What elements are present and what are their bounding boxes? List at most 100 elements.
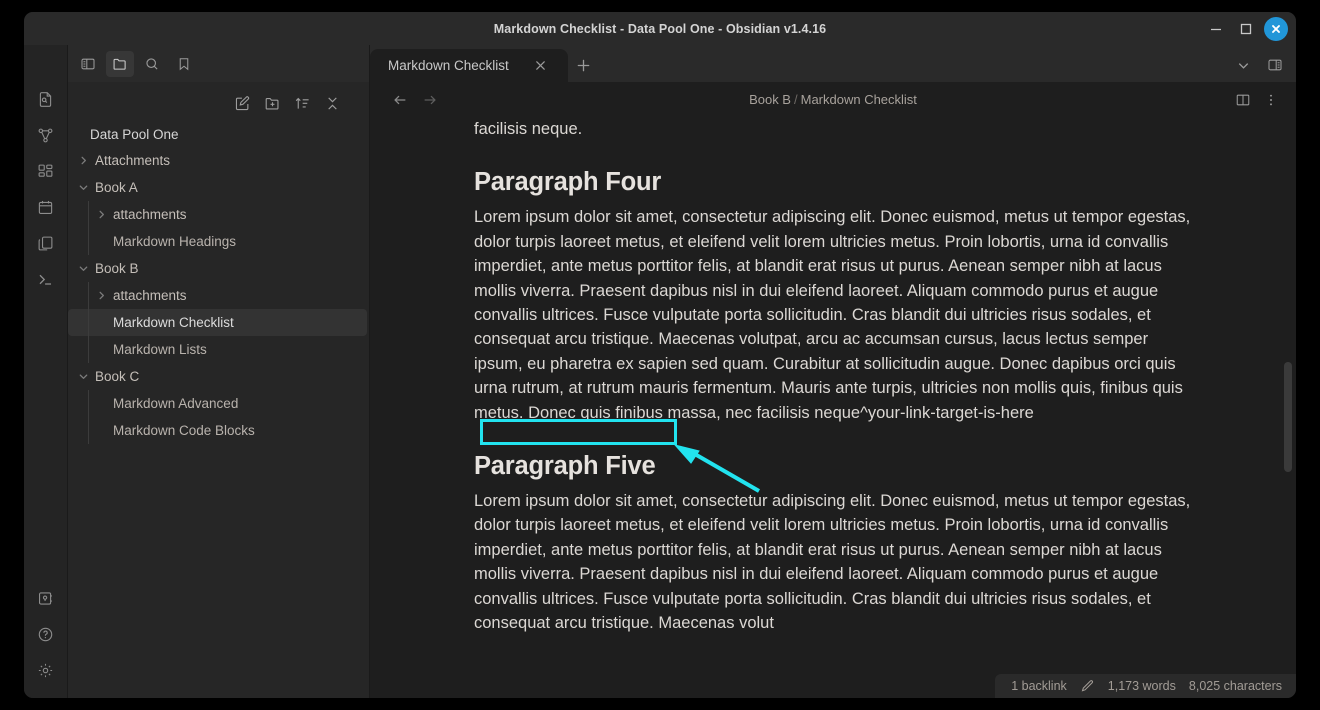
help-icon[interactable] (31, 619, 61, 649)
indent-guide (88, 282, 89, 309)
tree-item-label: Markdown Checklist (113, 315, 234, 330)
section-body: Lorem ipsum dolor sit amet, consectetur … (474, 489, 1201, 635)
sort-icon[interactable] (291, 92, 313, 114)
breadcrumb[interactable]: Book B/Markdown Checklist (370, 92, 1296, 107)
toggle-right-sidebar-icon[interactable] (1262, 52, 1288, 78)
tree-item-label: Book C (95, 369, 139, 384)
close-tab-icon[interactable] (531, 56, 551, 76)
breadcrumb-folder[interactable]: Book B (749, 92, 791, 107)
tree-item-label: attachments (113, 207, 187, 222)
tree-item-label: Attachments (95, 153, 170, 168)
tree-file-row[interactable]: Markdown Lists (68, 336, 367, 363)
chevron-down-icon[interactable] (1230, 52, 1256, 78)
search-icon[interactable] (138, 51, 166, 77)
tree-file-row[interactable]: Markdown Code Blocks (68, 417, 367, 444)
word-count: 1,173 words (1108, 679, 1176, 693)
chevron-down-icon[interactable] (76, 262, 90, 276)
rail-bottom-group (31, 580, 61, 698)
close-icon (1264, 17, 1288, 41)
calendar-icon[interactable] (31, 192, 61, 222)
window-controls (1202, 12, 1290, 45)
document-scroll-area[interactable]: facilisis neque. Paragraph Four Lorem ips… (370, 117, 1296, 698)
sidebar-toggle-icon[interactable] (74, 51, 102, 77)
pencil-icon[interactable] (1080, 679, 1095, 694)
tree-item-label: Book B (95, 261, 139, 276)
tree-file-row[interactable]: Markdown Advanced (68, 390, 367, 417)
tree-item-label: Markdown Headings (113, 234, 236, 249)
breadcrumb-file[interactable]: Markdown Checklist (801, 92, 917, 107)
tree-spacer (94, 343, 108, 357)
tree-folder-row[interactable]: Attachments (68, 147, 367, 174)
vault-name: Data Pool One (68, 122, 369, 147)
navigate-forward-icon[interactable] (420, 90, 440, 110)
block-link-target[interactable]: ^your-link-target-is-here (860, 404, 1034, 422)
chevron-right-icon[interactable] (94, 289, 108, 303)
indent-guide (88, 390, 89, 417)
character-count: 8,025 characters (1189, 679, 1282, 693)
tree-spacer (94, 235, 108, 249)
editor-pane: Markdown Checklist (370, 45, 1296, 698)
sidebar-tab-strip (68, 45, 369, 82)
tree-spacer (94, 424, 108, 438)
section-heading: Paragraph Four (474, 167, 1201, 197)
close-button[interactable] (1262, 15, 1290, 43)
indent-guide (88, 417, 89, 444)
minimize-button[interactable] (1202, 15, 1230, 43)
section-body: Lorem ipsum dolor sit amet, consectetur … (474, 205, 1201, 425)
status-bar: 1 backlink 1,173 words 8,025 characters (995, 674, 1296, 698)
copy-files-icon[interactable] (31, 228, 61, 258)
window-title: Markdown Checklist - Data Pool One - Obs… (494, 22, 826, 36)
tree-folder-row[interactable]: attachments (68, 201, 367, 228)
maximize-button[interactable] (1232, 15, 1260, 43)
indent-guide (88, 201, 89, 228)
tree-folder-row[interactable]: Book A (68, 174, 367, 201)
title-bar: Markdown Checklist - Data Pool One - Obs… (24, 12, 1296, 45)
section-body-text: Lorem ipsum dolor sit amet, consectetur … (474, 492, 1190, 632)
reading-view-icon[interactable] (1232, 89, 1254, 111)
settings-gear-icon[interactable] (31, 655, 61, 685)
vertical-scrollbar[interactable] (1284, 362, 1292, 472)
document-content[interactable]: facilisis neque. Paragraph Four Lorem ips… (370, 117, 1296, 636)
terminal-icon[interactable] (31, 264, 61, 294)
chevron-down-icon[interactable] (76, 370, 90, 384)
chevron-down-icon[interactable] (76, 181, 90, 195)
tab-markdown-checklist[interactable]: Markdown Checklist (370, 49, 568, 82)
canvas-grid-icon[interactable] (31, 156, 61, 186)
obsidian-window: Markdown Checklist - Data Pool One - Obs… (24, 12, 1296, 698)
file-tree: Data Pool One Attachments Book A attachmen… (68, 118, 369, 698)
new-tab-icon[interactable] (568, 49, 598, 82)
navigate-back-icon[interactable] (390, 90, 410, 110)
tree-folder-row[interactable]: attachments (68, 282, 367, 309)
indent-guide (88, 228, 89, 255)
bookmark-icon[interactable] (170, 51, 198, 77)
tree-folder-row[interactable]: Book B (68, 255, 367, 282)
graph-view-icon[interactable] (31, 120, 61, 150)
tree-item-label: Markdown Advanced (113, 396, 238, 411)
file-explorer-sidebar: Data Pool One Attachments Book A attachmen… (68, 45, 370, 698)
new-folder-icon[interactable] (261, 92, 283, 114)
tree-item-label: Markdown Lists (113, 342, 207, 357)
file-search-icon[interactable] (31, 84, 61, 114)
backlink-count[interactable]: 1 backlink (1011, 679, 1067, 693)
note-header: Book B/Markdown Checklist (370, 82, 1296, 117)
note-header-actions (1232, 89, 1282, 111)
tree-file-row[interactable]: Markdown Checklist (68, 309, 367, 336)
sidebar-item-files[interactable] (106, 51, 134, 77)
chevron-right-icon[interactable] (94, 208, 108, 222)
paragraph-fragment-top: facilisis neque. (474, 117, 1201, 141)
more-options-icon[interactable] (1260, 89, 1282, 111)
file-explorer-toolbar (68, 82, 369, 118)
tab-title: Markdown Checklist (388, 58, 509, 73)
tree-folder-row[interactable]: Book C (68, 363, 367, 390)
tab-bar-actions (1230, 52, 1288, 78)
tree-file-row[interactable]: Markdown Headings (68, 228, 367, 255)
tree-spacer (94, 397, 108, 411)
chevron-right-icon[interactable] (76, 154, 90, 168)
indent-guide (88, 336, 89, 363)
breadcrumb-separator: / (794, 92, 798, 107)
vault-switcher-icon[interactable] (31, 583, 61, 613)
tree-item-label: attachments (113, 288, 187, 303)
collapse-all-icon[interactable] (321, 92, 343, 114)
section-heading: Paragraph Five (474, 451, 1201, 481)
new-note-icon[interactable] (231, 92, 253, 114)
